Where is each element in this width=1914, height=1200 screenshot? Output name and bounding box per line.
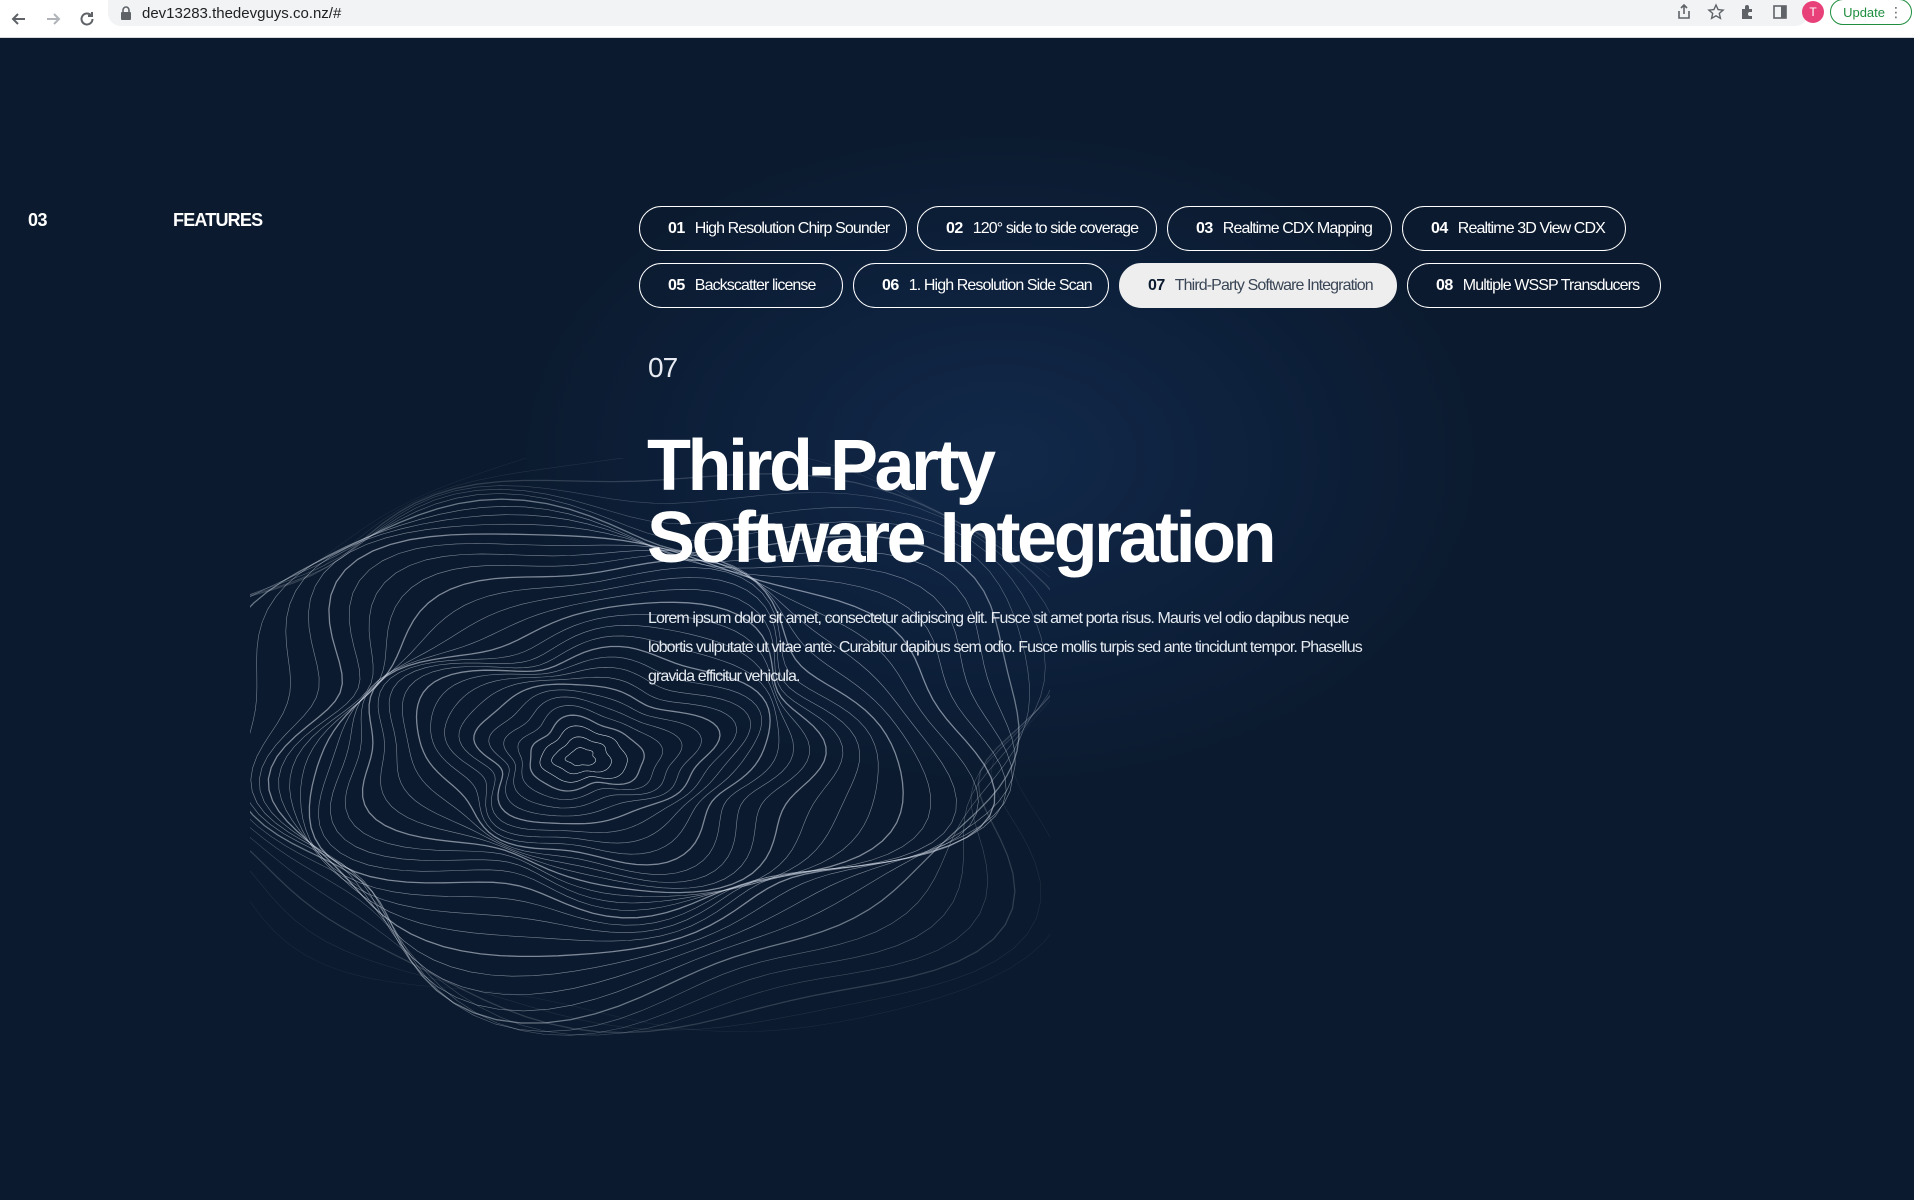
- feature-title: Third-Party Software Integration: [647, 430, 1547, 574]
- contour-line: [529, 714, 645, 792]
- reload-icon[interactable]: [72, 4, 102, 34]
- back-icon[interactable]: [4, 4, 34, 34]
- tab-06[interactable]: 06 1. High Resolution Side Scan: [853, 263, 1109, 308]
- tab-number: 07: [1148, 276, 1165, 294]
- tab-number: 03: [1196, 219, 1213, 237]
- forward-icon[interactable]: [38, 4, 68, 34]
- tab-label: 120° side to side coverage: [972, 219, 1139, 237]
- tab-label: High Resolution Chirp Sounder: [694, 219, 890, 237]
- tab-number: 01: [668, 219, 685, 237]
- section-title: FEATURES: [173, 210, 263, 230]
- tab-07[interactable]: 07 Third-Party Software Integration: [1119, 263, 1397, 308]
- tab-number: 08: [1436, 276, 1453, 294]
- tab-08[interactable]: 08 Multiple WSSP Transducers: [1407, 263, 1661, 308]
- contour-line: [488, 689, 702, 817]
- profile-avatar[interactable]: T: [1802, 1, 1825, 23]
- side-panel-icon[interactable]: [1764, 0, 1796, 24]
- update-button[interactable]: Update ⋮: [1830, 0, 1912, 25]
- tab-03[interactable]: 03 Realtime CDX Mapping: [1167, 206, 1392, 251]
- contour-line: [564, 747, 597, 766]
- browser-toolbar: dev13283.thedevguys.co.nz/# T Update ⋮: [0, 0, 1914, 38]
- tab-row-2: 05 Backscatter license 06 1. High Resolu…: [639, 263, 1679, 308]
- contour-line: [250, 505, 1016, 1012]
- url-text: dev13283.thedevguys.co.nz/#: [142, 4, 342, 22]
- tab-number: 06: [882, 276, 899, 294]
- tab-02[interactable]: 02 120° side to side coverage: [917, 206, 1157, 251]
- feature-title-line-1: Third-Party: [647, 426, 996, 506]
- feature-tabs: 01 High Resolution Chirp Sounder 02 120°…: [639, 206, 1679, 320]
- contour-line: [458, 676, 737, 833]
- feature-number: 07: [648, 352, 678, 383]
- extensions-icon[interactable]: [1732, 0, 1764, 24]
- bookmark-star-icon[interactable]: [1700, 0, 1732, 24]
- section-number: 03: [28, 210, 48, 230]
- tab-row-1: 01 High Resolution Chirp Sounder 02 120°…: [639, 206, 1679, 251]
- contour-line: [551, 736, 612, 775]
- contour-line: [250, 514, 1013, 995]
- tab-number: 05: [668, 276, 685, 294]
- feature-description: Lorem ipsum dolor sit amet, consectetur …: [648, 610, 1363, 685]
- lock-icon: [121, 6, 131, 20]
- contour-line: [539, 725, 628, 783]
- update-button-label: Update: [1843, 4, 1885, 20]
- menu-kebab-icon[interactable]: ⋮: [1889, 3, 1903, 21]
- tab-label: Realtime 3D View CDX: [1457, 219, 1606, 237]
- tab-number: 04: [1431, 219, 1448, 237]
- tab-label: 1. High Resolution Side Scan: [908, 276, 1093, 294]
- tab-05[interactable]: 05 Backscatter license: [639, 263, 843, 308]
- tab-label: Realtime CDX Mapping: [1222, 219, 1373, 237]
- features-section: 03 FEATURES 01 High Resolution Chirp Sou…: [0, 38, 1914, 1200]
- contour-line: [267, 533, 996, 958]
- tab-number: 02: [946, 219, 963, 237]
- feature-title-line-2: Software Integration: [647, 498, 1277, 578]
- tab-04[interactable]: 04 Realtime 3D View CDX: [1402, 206, 1626, 251]
- address-bar[interactable]: dev13283.thedevguys.co.nz/#: [108, 0, 1808, 26]
- tab-label: Backscatter license: [694, 276, 817, 294]
- tab-01[interactable]: 01 High Resolution Chirp Sounder: [639, 206, 907, 251]
- tab-label: Third-Party Software Integration: [1174, 276, 1374, 294]
- share-icon[interactable]: [1668, 0, 1700, 24]
- tab-label: Multiple WSSP Transducers: [1462, 276, 1640, 294]
